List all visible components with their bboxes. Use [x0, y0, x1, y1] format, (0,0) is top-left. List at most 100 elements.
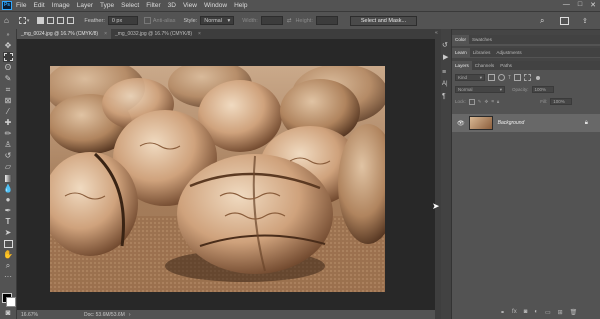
history-panel-icon[interactable]: ↺	[442, 41, 448, 49]
layer-style-icon[interactable]: fx	[512, 309, 517, 315]
minimize-button[interactable]: —	[563, 1, 570, 9]
hand-tool-icon[interactable]: ✋	[3, 250, 13, 260]
workspace-icon[interactable]	[560, 16, 569, 25]
anti-alias-checkbox[interactable]: Anti-alias	[143, 17, 175, 24]
crop-tool-icon[interactable]: ⌗	[3, 85, 13, 95]
adjustment-layer-icon[interactable]: ◐	[534, 309, 538, 315]
blur-tool-icon[interactable]: 💧	[3, 184, 13, 194]
lock-pixels-icon[interactable]	[468, 98, 475, 105]
collapse-tools-icon[interactable]: »	[3, 30, 13, 40]
menu-layer[interactable]: Layer	[77, 2, 93, 9]
eye-icon[interactable]: 👁︎	[457, 120, 465, 127]
add-mask-icon[interactable]: ◙	[524, 309, 528, 315]
subtract-selection-icon[interactable]	[57, 17, 65, 24]
swap-icon[interactable]: ⇄	[287, 18, 292, 24]
pixel-filter-icon[interactable]	[488, 74, 495, 81]
new-selection-icon[interactable]	[37, 17, 45, 24]
more-tools-icon[interactable]: ···	[3, 272, 13, 282]
menu-view[interactable]: View	[183, 2, 197, 9]
menu-window[interactable]: Window	[204, 2, 227, 9]
marquee-preset-icon[interactable]: ▾	[18, 17, 29, 24]
tab-channels[interactable]: Channels	[472, 61, 497, 70]
shape-filter-icon[interactable]	[514, 74, 522, 81]
eyedropper-tool-icon[interactable]: ⁄	[3, 107, 13, 117]
document-image[interactable]	[50, 66, 385, 292]
new-group-icon[interactable]: ▭	[545, 309, 551, 316]
opacity-input[interactable]: 100%	[531, 86, 554, 93]
tab-paths[interactable]: Paths	[497, 61, 515, 70]
tab-color[interactable]: Color	[452, 35, 469, 44]
delete-layer-icon[interactable]: 🗑︎	[570, 309, 578, 316]
lock-artboard-icon[interactable]: ⌗	[491, 99, 494, 104]
frame-tool-icon[interactable]: ⊠	[3, 96, 13, 106]
tab-adjustments[interactable]: Adjustments	[493, 48, 524, 57]
layer-kind-select[interactable]: Kind ▾	[455, 74, 485, 81]
home-icon[interactable]: ⌂	[4, 16, 9, 25]
tab-mg-0024[interactable]: _mg_0024.jpg @ 16.7% (CMYK/8) ×	[17, 29, 111, 39]
pen-tool-icon[interactable]: ✒	[3, 206, 13, 216]
menu-file[interactable]: File	[16, 2, 26, 9]
search-icon[interactable]: ⌕	[540, 16, 544, 26]
menu-image[interactable]: Image	[52, 2, 70, 9]
width-input[interactable]	[260, 16, 283, 25]
adjustment-filter-icon[interactable]	[498, 74, 505, 81]
height-input[interactable]	[315, 16, 338, 25]
background-color-swatch[interactable]	[6, 297, 16, 307]
menu-3d[interactable]: 3D	[168, 2, 176, 9]
tab-learn[interactable]: Learn	[452, 48, 470, 57]
type-tool-icon[interactable]: T	[3, 217, 13, 227]
character-panel-icon[interactable]: A|	[442, 81, 448, 87]
maximize-button[interactable]: □	[578, 1, 582, 9]
tab-mg-0032[interactable]: _mg_0032.jpg @ 16.7% (CMYK/8) ×	[111, 29, 205, 39]
rectangle-tool-icon[interactable]	[3, 239, 13, 249]
tab-libraries[interactable]: Libraries	[470, 48, 494, 57]
clone-stamp-tool-icon[interactable]: ♙	[3, 140, 13, 150]
healing-brush-tool-icon[interactable]: ✚	[3, 118, 13, 128]
intersect-selection-icon[interactable]	[67, 17, 75, 24]
add-selection-icon[interactable]	[47, 17, 55, 24]
close-icon[interactable]: ×	[198, 31, 201, 37]
chevron-right-icon[interactable]: ›	[129, 312, 131, 318]
eraser-tool-icon[interactable]: ▱	[3, 162, 13, 172]
gradient-tool-icon[interactable]	[3, 173, 13, 183]
zoom-tool-icon[interactable]: ⌕	[3, 261, 13, 271]
select-and-mask-button[interactable]: Select and Mask...	[349, 15, 418, 26]
layer-name[interactable]: Background	[498, 120, 525, 126]
new-layer-icon[interactable]: ⊞	[558, 309, 563, 316]
collapse-panels-icon[interactable]: «	[435, 30, 438, 36]
layer-row-background[interactable]: 👁︎ Background 🔒︎	[452, 114, 600, 132]
lasso-tool-icon[interactable]: ʘ	[3, 63, 13, 73]
feather-input[interactable]: 0 px	[107, 16, 138, 25]
link-layers-icon[interactable]: ⚭	[500, 309, 505, 316]
close-button[interactable]: ✕	[590, 1, 596, 9]
quick-select-tool-icon[interactable]: ✎	[3, 74, 13, 84]
fill-input[interactable]: 100%	[550, 98, 573, 105]
lock-all-icon[interactable]: 🔒︎	[497, 99, 499, 104]
path-selection-tool-icon[interactable]: ➤	[3, 228, 13, 238]
smart-object-filter-icon[interactable]	[524, 74, 532, 81]
tab-swatches[interactable]: Swatches	[469, 35, 495, 44]
properties-panel-icon[interactable]: ≡	[442, 69, 446, 76]
style-select[interactable]: Normal ▾	[200, 16, 235, 25]
tab-layers[interactable]: Layers	[452, 61, 472, 70]
history-brush-tool-icon[interactable]: ↺	[3, 151, 13, 161]
menu-filter[interactable]: Filter	[146, 2, 160, 9]
type-filter-icon[interactable]: T	[508, 75, 511, 81]
paragraph-panel-icon[interactable]: ¶	[442, 93, 446, 100]
brush-tool-icon[interactable]: ✏	[3, 129, 13, 139]
close-icon[interactable]: ×	[104, 31, 107, 37]
quick-mask-icon[interactable]: ◙	[3, 308, 13, 318]
menu-select[interactable]: Select	[121, 2, 139, 9]
lock-brush-icon[interactable]: ✎	[478, 99, 482, 105]
share-icon[interactable]: ⇪	[582, 17, 588, 25]
menu-help[interactable]: Help	[234, 2, 247, 9]
marquee-tool-icon[interactable]	[3, 52, 13, 62]
dodge-tool-icon[interactable]: ●	[3, 195, 13, 205]
zoom-level[interactable]: 16.67%	[21, 312, 38, 318]
move-tool-icon[interactable]: ✥	[3, 41, 13, 51]
blend-mode-select[interactable]: Normal ▾	[455, 86, 505, 93]
lock-move-icon[interactable]: ✥	[485, 99, 489, 105]
menu-type[interactable]: Type	[100, 2, 114, 9]
actions-panel-icon[interactable]: ▶	[443, 53, 448, 61]
menu-edit[interactable]: Edit	[33, 2, 44, 9]
